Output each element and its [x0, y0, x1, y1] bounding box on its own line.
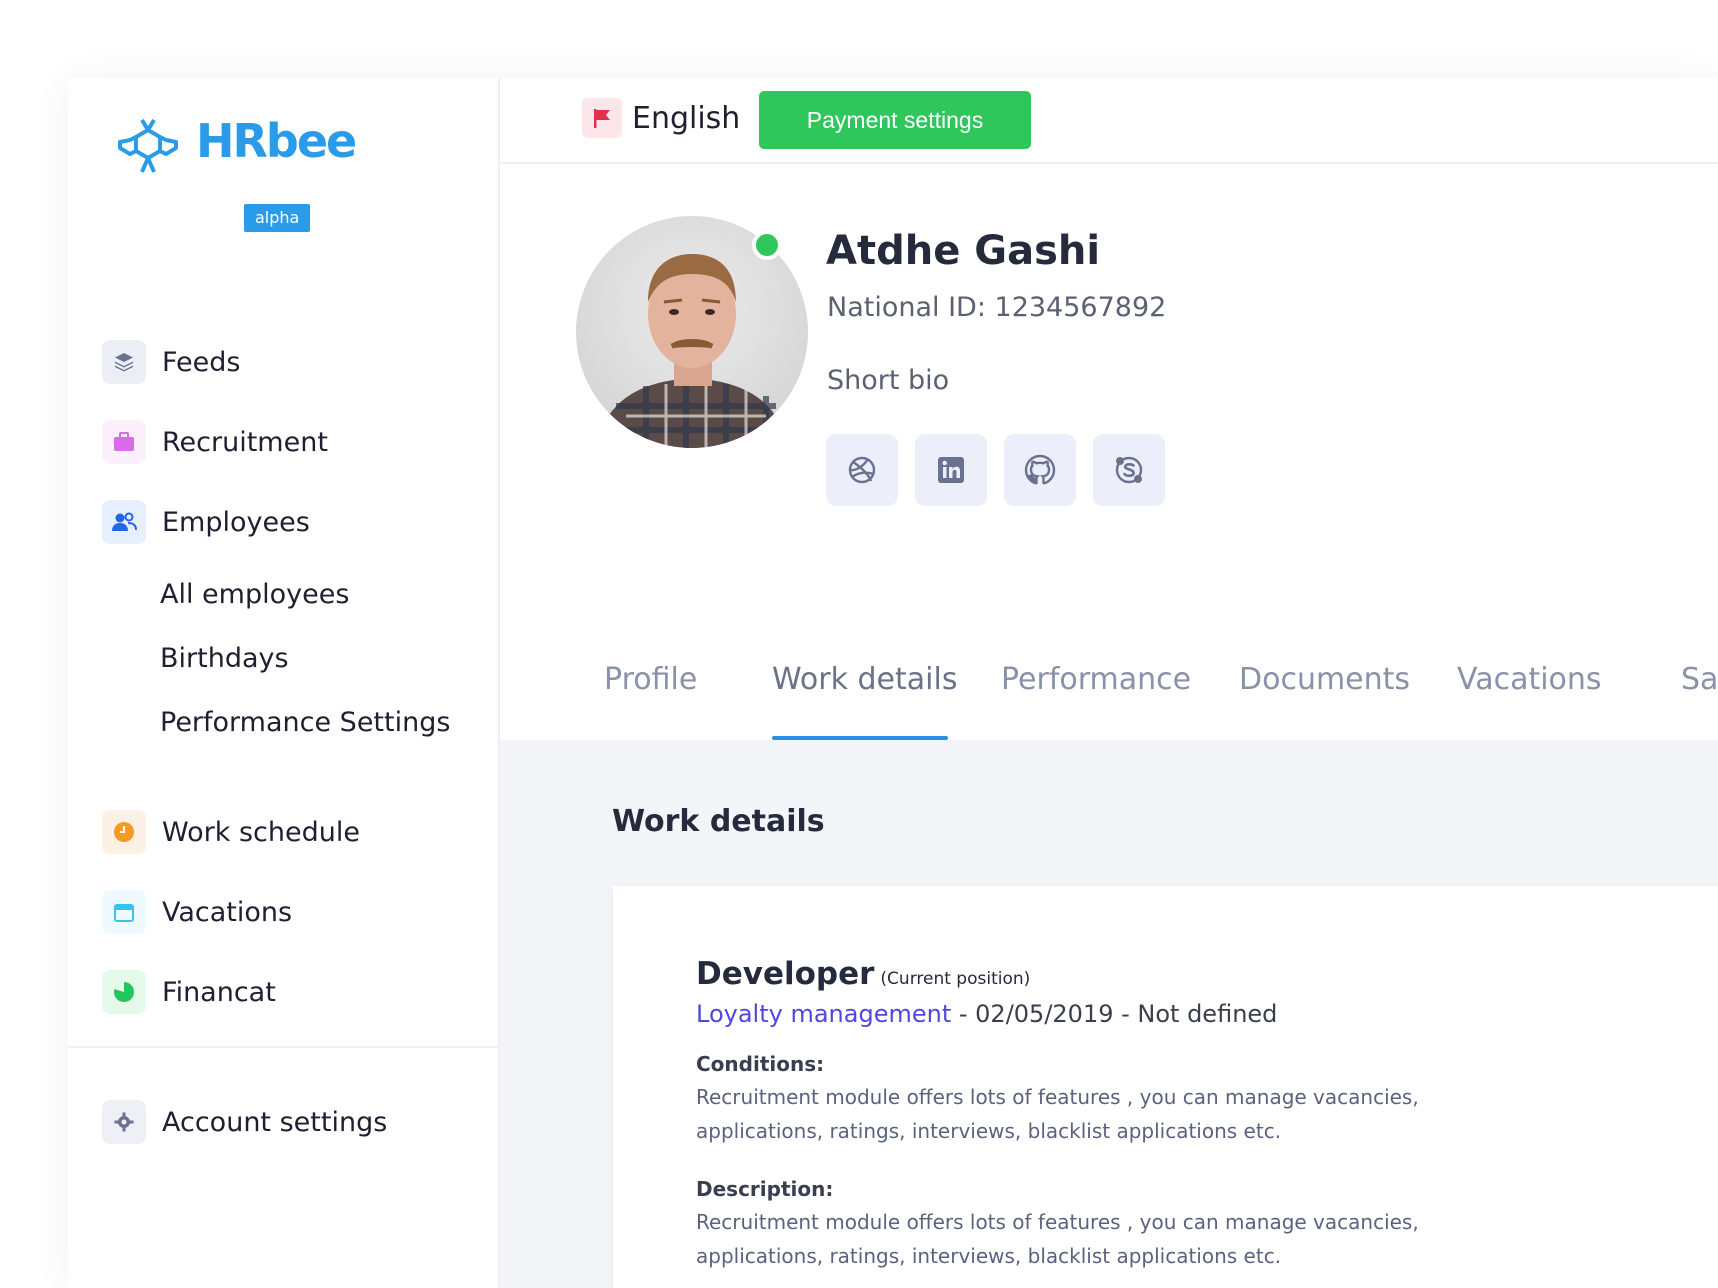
- sidebar-subitem-label: Performance Settings: [160, 706, 451, 738]
- sidebar-item-vacations[interactable]: Vacations: [102, 872, 492, 952]
- tab-documents[interactable]: Documents: [1239, 662, 1410, 697]
- profile-tabs: Profile Work details Performance Documen…: [500, 638, 1718, 740]
- national-id: National ID: 1234567892: [827, 292, 1167, 323]
- layers-icon: [102, 340, 146, 384]
- calendar-icon: [102, 890, 146, 934]
- briefcase-icon: [102, 420, 146, 464]
- linkedin-icon[interactable]: [915, 434, 987, 506]
- sidebar-subitem-all-employees[interactable]: All employees: [102, 562, 492, 626]
- language-label: English: [632, 100, 741, 136]
- sidebar-subitem-label: All employees: [160, 578, 350, 610]
- sidebar-item-label: Financat: [162, 976, 276, 1008]
- job-period: - 02/05/2019 - Not defined: [951, 1000, 1278, 1028]
- hrbee-logo-icon: [118, 118, 178, 173]
- sidebar-item-label: Employees: [162, 506, 310, 538]
- topbar: English Payment settings: [500, 78, 1718, 164]
- dribbble-icon[interactable]: [826, 434, 898, 506]
- sidebar-item-recruitment[interactable]: Recruitment: [102, 402, 492, 482]
- github-icon[interactable]: [1004, 434, 1076, 506]
- pie-chart-icon: [102, 970, 146, 1014]
- users-icon: [102, 500, 146, 544]
- profile-name: Atdhe Gashi: [826, 228, 1101, 274]
- job-meta: Loyalty management - 02/05/2019 - Not de…: [696, 1000, 1277, 1028]
- sidebar-item-work-schedule[interactable]: Work schedule: [102, 792, 492, 872]
- tab-profile[interactable]: Profile: [604, 662, 697, 697]
- description-text: Recruitment module offers lots of featur…: [696, 1210, 1419, 1268]
- sidebar: HRbee alpha Feeds Recruitment Employees …: [68, 78, 500, 1288]
- gear-icon: [102, 1100, 146, 1144]
- sidebar-item-label: Work schedule: [162, 816, 360, 848]
- flag-icon: [582, 98, 622, 138]
- alpha-badge: alpha: [244, 204, 311, 232]
- brand-name: HRbee: [196, 114, 357, 168]
- sidebar-subitem-label: Birthdays: [160, 642, 289, 674]
- conditions-text: Recruitment module offers lots of featur…: [696, 1085, 1419, 1143]
- tab-vacations[interactable]: Vacations: [1457, 662, 1602, 697]
- conditions-label: Conditions:: [696, 1052, 825, 1076]
- tab-work-details[interactable]: Work details: [772, 662, 957, 697]
- online-status-indicator: [752, 230, 782, 260]
- job-role: Developer: [696, 956, 875, 992]
- tab-salary[interactable]: Sa: [1681, 662, 1718, 697]
- tab-performance[interactable]: Performance: [1001, 662, 1191, 697]
- sidebar-item-label: Feeds: [162, 346, 241, 378]
- section-title: Work details: [612, 804, 825, 839]
- social-links: [826, 434, 1182, 506]
- sidebar-item-feeds[interactable]: Feeds: [102, 322, 492, 402]
- sidebar-item-label: Vacations: [162, 896, 293, 928]
- current-position-label: (Current position): [880, 969, 1031, 989]
- payment-settings-button[interactable]: Payment settings: [759, 91, 1031, 149]
- sidebar-subitem-birthdays[interactable]: Birthdays: [102, 626, 492, 690]
- department-link[interactable]: Loyalty management: [696, 1000, 951, 1028]
- sidebar-divider: [68, 1046, 500, 1048]
- sidebar-item-label: Account settings: [162, 1106, 388, 1138]
- language-selector[interactable]: English: [582, 98, 740, 138]
- job-title: Developer (Current position): [696, 956, 1030, 992]
- sidebar-subitem-performance-settings[interactable]: Performance Settings: [102, 690, 492, 754]
- sidebar-item-label: Recruitment: [162, 426, 328, 458]
- skype-icon[interactable]: [1093, 434, 1165, 506]
- clock-icon: [102, 810, 146, 854]
- sidebar-item-financat[interactable]: Financat: [102, 952, 492, 1032]
- description-label: Description:: [696, 1177, 834, 1201]
- short-bio: Short bio: [827, 365, 950, 396]
- sidebar-item-employees[interactable]: Employees: [102, 482, 492, 562]
- sidebar-nav: Feeds Recruitment Employees All employee…: [102, 322, 492, 1032]
- sidebar-item-account-settings[interactable]: Account settings: [102, 1082, 387, 1162]
